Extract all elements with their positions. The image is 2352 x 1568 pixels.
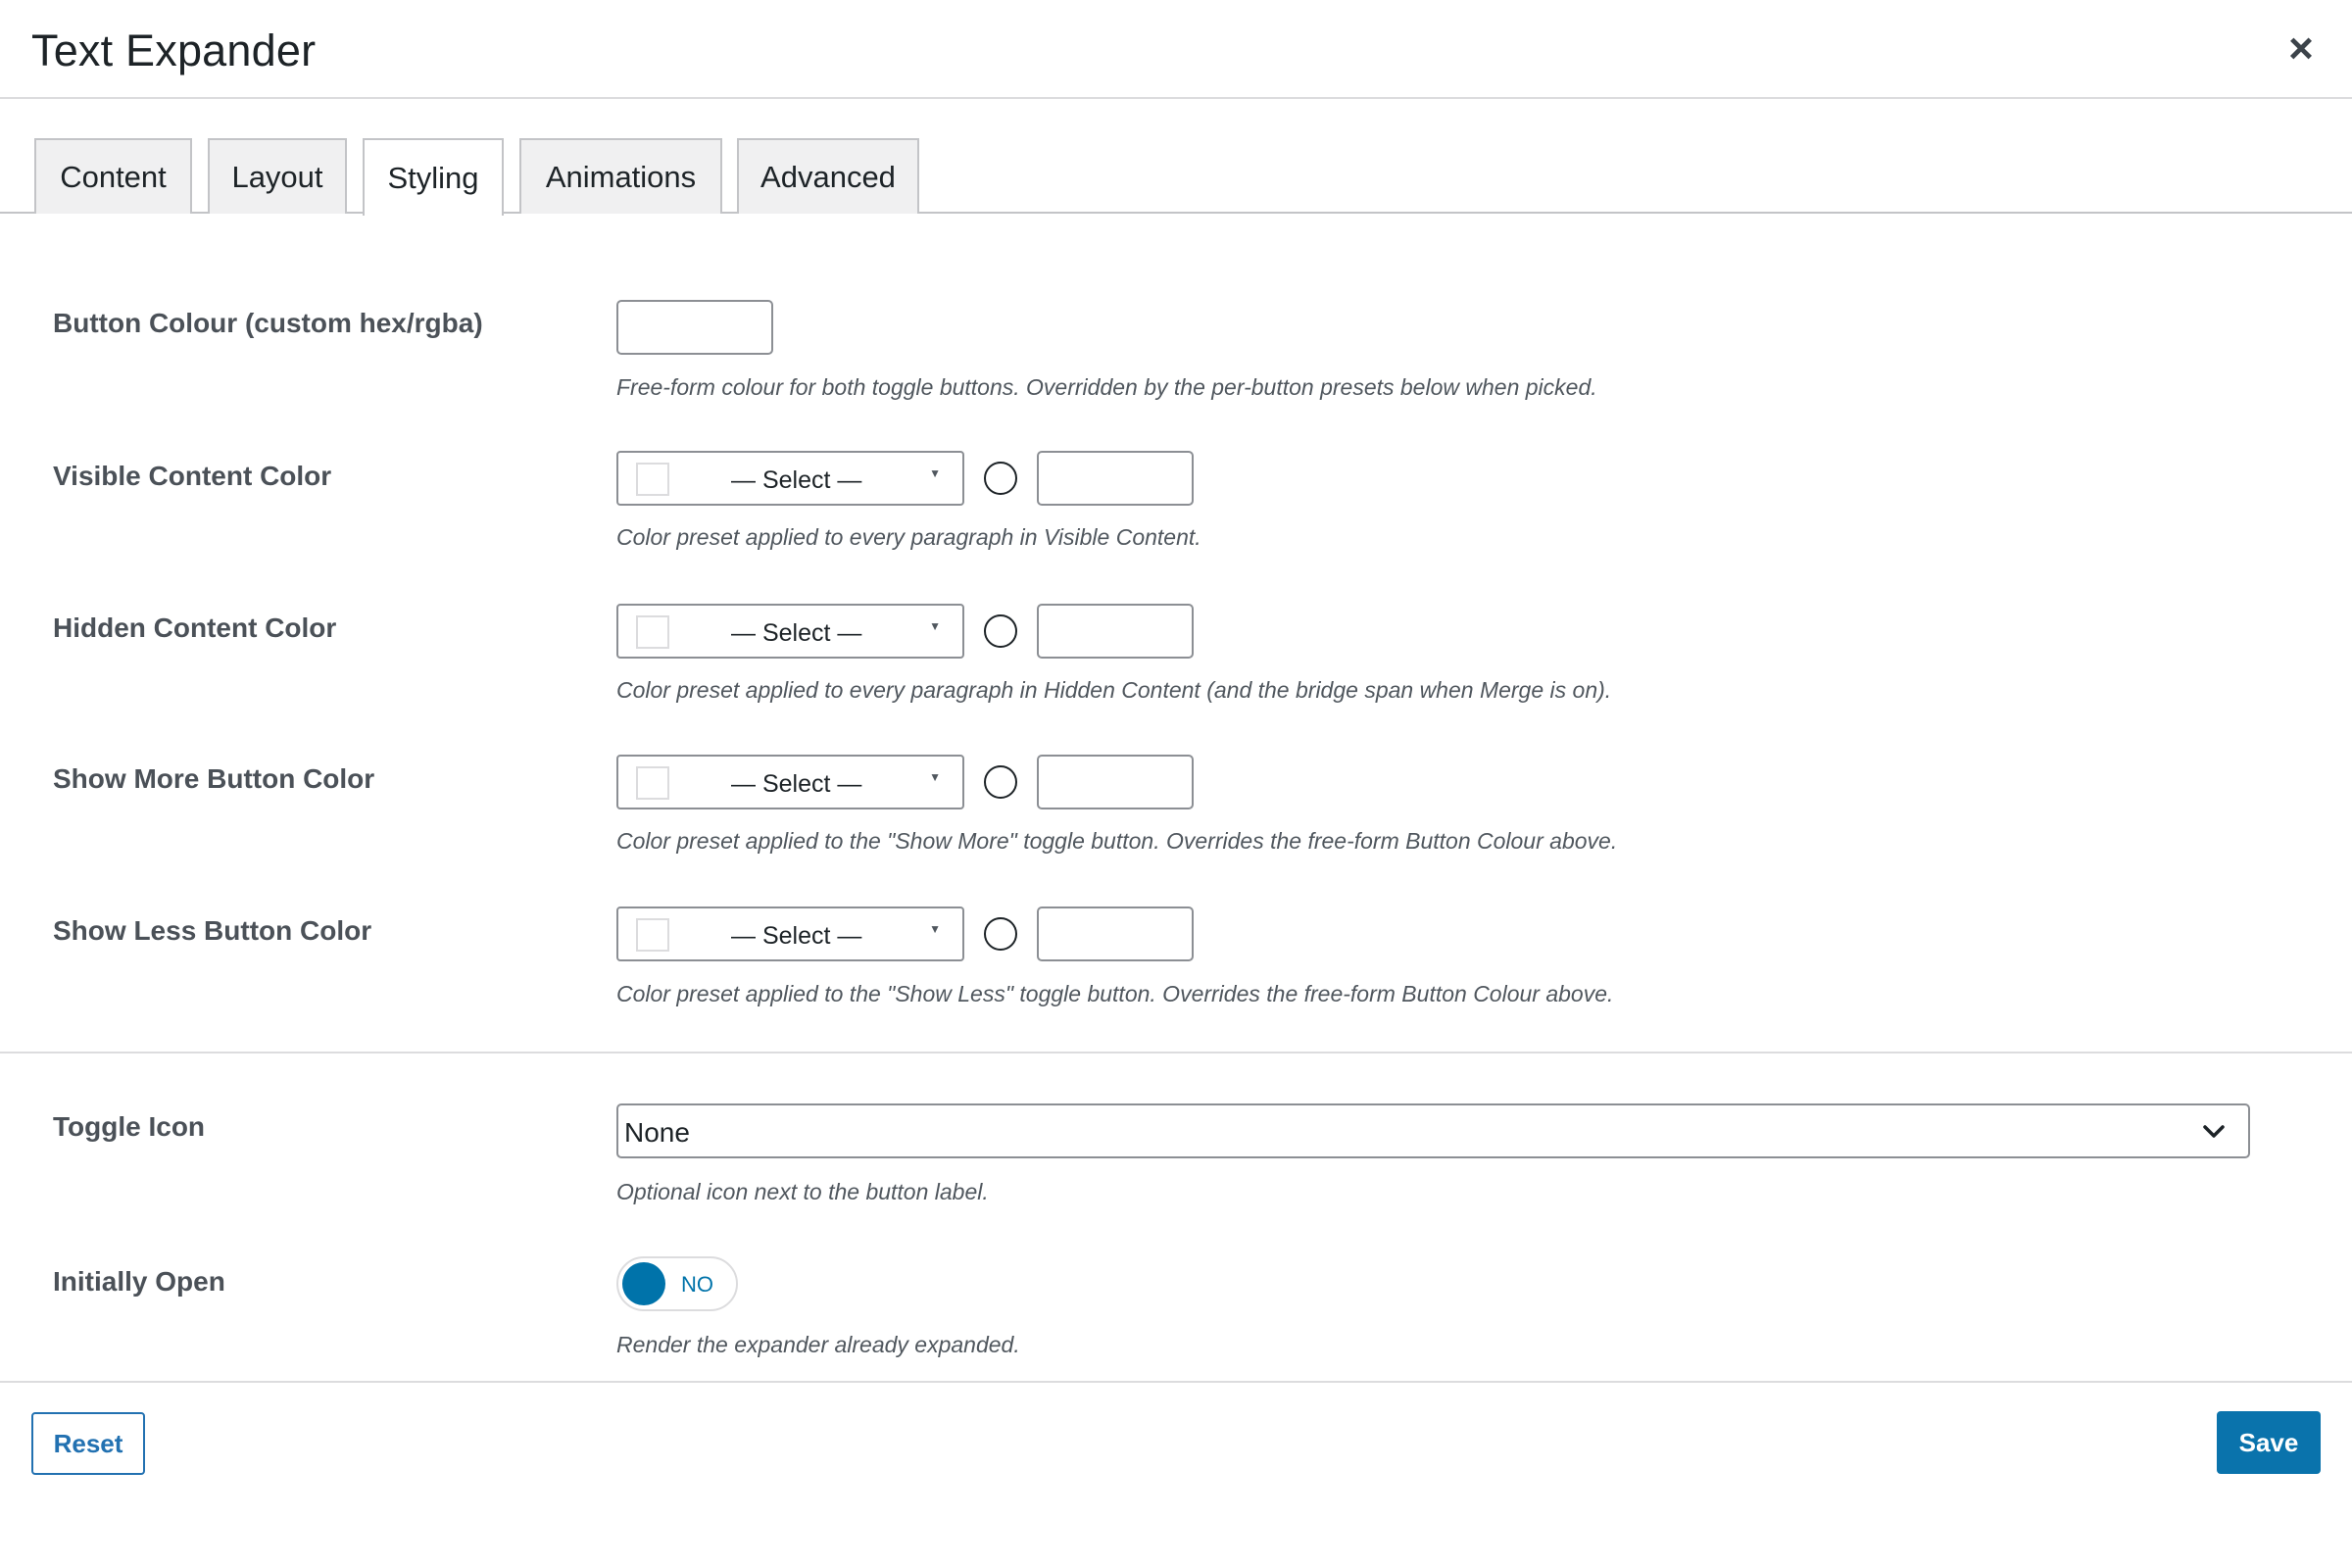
text-expander-modal: Text Expander × Content Layout Styling A… bbox=[0, 0, 2352, 1568]
visible-content-color-select[interactable]: — Select — ▼ bbox=[616, 451, 964, 506]
toggle-state-text: NO bbox=[681, 1272, 713, 1297]
modal-title: Text Expander bbox=[31, 25, 317, 75]
color-swatch bbox=[636, 463, 669, 496]
select-value: — Select — bbox=[731, 770, 862, 798]
toggle-knob bbox=[622, 1262, 665, 1305]
select-value: — Select — bbox=[731, 466, 862, 494]
visible-content-color-custom-input[interactable] bbox=[1037, 451, 1194, 506]
tab-content[interactable]: Content bbox=[34, 138, 192, 214]
visible-content-color-radio[interactable] bbox=[984, 462, 1017, 495]
button-colour-help: Free-form colour for both toggle buttons… bbox=[616, 374, 1597, 400]
show-less-button-color-custom-input[interactable] bbox=[1037, 906, 1194, 961]
show-more-button-color-help: Color preset applied to the "Show More" … bbox=[616, 828, 1618, 854]
caret-down-icon: ▼ bbox=[929, 770, 941, 784]
tab-advanced[interactable]: Advanced bbox=[737, 138, 919, 214]
select-value: — Select — bbox=[731, 619, 862, 647]
initially-open-toggle[interactable]: NO bbox=[616, 1256, 738, 1311]
tab-styling[interactable]: Styling bbox=[363, 138, 504, 216]
button-colour-input[interactable] bbox=[616, 300, 773, 355]
caret-down-icon: ▼ bbox=[929, 922, 941, 936]
toggle-icon-label: Toggle Icon bbox=[53, 1111, 206, 1142]
tab-animations[interactable]: Animations bbox=[519, 138, 722, 214]
show-less-button-color-select[interactable]: — Select — ▼ bbox=[616, 906, 964, 961]
show-less-button-color-help: Color preset applied to the "Show Less" … bbox=[616, 981, 1614, 1006]
show-more-button-color-radio[interactable] bbox=[984, 765, 1017, 799]
show-more-button-color-custom-input[interactable] bbox=[1037, 755, 1194, 809]
button-colour-label: Button Colour (custom hex/rgba) bbox=[53, 308, 483, 338]
caret-down-icon: ▼ bbox=[929, 466, 941, 480]
show-more-button-color-select[interactable]: — Select — ▼ bbox=[616, 755, 964, 809]
show-more-button-color-label: Show More Button Color bbox=[53, 763, 375, 794]
section-divider bbox=[0, 1052, 2352, 1054]
color-swatch bbox=[636, 918, 669, 952]
initially-open-help: Render the expander already expanded. bbox=[616, 1332, 1020, 1357]
footer-divider bbox=[0, 1381, 2352, 1383]
caret-down-icon: ▼ bbox=[929, 619, 941, 633]
tab-bar: Content Layout Styling Animations Advanc… bbox=[0, 99, 2352, 216]
modal-header: Text Expander × bbox=[0, 0, 2352, 99]
select-value: — Select — bbox=[731, 922, 862, 950]
toggle-icon-help: Optional icon next to the button label. bbox=[616, 1179, 989, 1204]
hidden-content-color-radio[interactable] bbox=[984, 614, 1017, 648]
visible-content-color-label: Visible Content Color bbox=[53, 461, 332, 491]
show-less-button-color-label: Show Less Button Color bbox=[53, 915, 372, 946]
save-button[interactable]: Save bbox=[2217, 1411, 2321, 1474]
visible-content-color-help: Color preset applied to every paragraph … bbox=[616, 524, 1201, 550]
hidden-content-color-help: Color preset applied to every paragraph … bbox=[616, 677, 1612, 703]
toggle-icon-select[interactable]: None bbox=[616, 1103, 2250, 1158]
hidden-content-color-label: Hidden Content Color bbox=[53, 612, 337, 643]
close-icon[interactable]: × bbox=[2281, 27, 2321, 71]
initially-open-label: Initially Open bbox=[53, 1266, 225, 1297]
hidden-content-color-select[interactable]: — Select — ▼ bbox=[616, 604, 964, 659]
chevron-down-icon bbox=[2203, 1125, 2225, 1138]
toggle-icon-value: None bbox=[624, 1117, 690, 1148]
tab-layout[interactable]: Layout bbox=[208, 138, 347, 214]
reset-button[interactable]: Reset bbox=[31, 1412, 145, 1475]
show-less-button-color-radio[interactable] bbox=[984, 917, 1017, 951]
color-swatch bbox=[636, 766, 669, 800]
color-swatch bbox=[636, 615, 669, 649]
hidden-content-color-custom-input[interactable] bbox=[1037, 604, 1194, 659]
